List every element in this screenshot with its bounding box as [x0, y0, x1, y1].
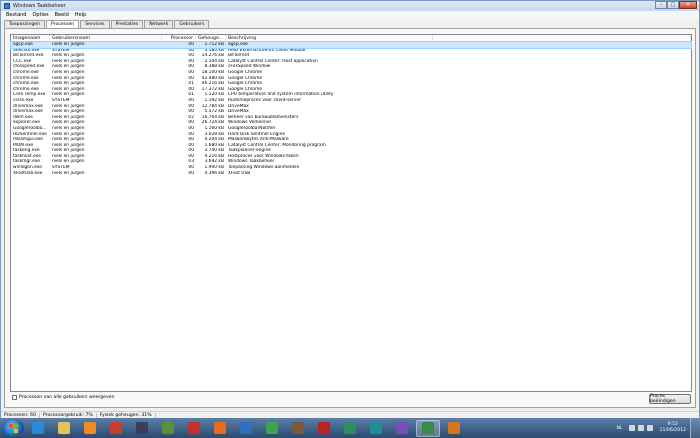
clock[interactable]: 9:52 11/06/2012: [660, 422, 686, 434]
column-user-name[interactable]: Gebruikersnaam: [50, 35, 162, 41]
taskbar-button[interactable]: [130, 420, 154, 437]
column-image-name[interactable]: Imagenaam: [11, 35, 50, 41]
language-indicator[interactable]: NL: [617, 426, 623, 431]
tab-users[interactable]: Gebruikers: [174, 20, 210, 28]
taskbar-button[interactable]: [260, 420, 284, 437]
menu-file[interactable]: Bestand: [3, 12, 29, 18]
tab-network[interactable]: Netwerk: [144, 20, 174, 28]
taskbar-button[interactable]: [286, 420, 310, 437]
app-icon-blue: [240, 422, 252, 434]
taskbar-button[interactable]: [338, 420, 362, 437]
ie-icon: [32, 422, 44, 434]
status-cpu: Processorgebruik: 7%: [40, 412, 97, 418]
processes-panel: Imagenaam Gebruikersnaam Processor Geheu…: [4, 28, 696, 408]
taskbar: NL 9:52 11/06/2012: [0, 418, 700, 438]
task-manager-icon: [4, 3, 10, 9]
status-bar: Processen: 60 Processorgebruik: 7% Fysie…: [1, 411, 699, 418]
chrome-icon: [266, 422, 278, 434]
tab-services[interactable]: Services: [80, 20, 110, 28]
table-row[interactable]: XFastUsb.exe niels en jurgen 00 4.396 kB XFa…: [11, 171, 691, 177]
cell-memory: 4.396 kB: [204, 170, 224, 176]
tab-applications[interactable]: Toepassingen: [4, 20, 46, 28]
taskbar-button[interactable]: [364, 420, 388, 437]
taskbar-button[interactable]: [390, 420, 414, 437]
task-manager-window: Windows Taakbeheer – □ ✕ Bestand Opties …: [0, 0, 700, 418]
start-button[interactable]: [2, 419, 24, 437]
show-all-users-label: Processen van alle gebruikers weergeven: [19, 395, 115, 400]
taskbar-apps: [24, 419, 466, 437]
app-icon-green: [344, 422, 356, 434]
maximize-button[interactable]: □: [667, 1, 679, 9]
explorer-icon: [58, 422, 70, 434]
app-icon-red: [110, 422, 122, 434]
status-memory: Fysiek geheugen: 31%: [97, 412, 156, 418]
system-tray: NL 9:52 11/06/2012: [617, 418, 686, 438]
app-icon-teal: [370, 422, 382, 434]
clock-date: 11/06/2012: [659, 428, 686, 433]
menu-help[interactable]: Help: [72, 12, 89, 18]
window-title: Windows Taakbeheer: [13, 3, 66, 9]
cell-user-name: niels en jurgen: [52, 170, 85, 176]
app-icon-m: [318, 422, 330, 434]
firefox-icon: [214, 422, 226, 434]
tray-arrow-icon[interactable]: [628, 425, 635, 431]
window-controls: – □ ✕: [655, 1, 697, 10]
column-description[interactable]: Beschrijving: [226, 35, 433, 41]
taskbar-button[interactable]: [416, 419, 440, 437]
show-all-users-option[interactable]: Processen van alle gebruikers weergeven: [12, 395, 114, 400]
list-header: Imagenaam Gebruikersnaam Processor Geheu…: [11, 35, 691, 42]
column-filler: [433, 35, 691, 41]
minimize-button[interactable]: –: [655, 1, 667, 9]
media-player-icon: [84, 422, 96, 434]
network-icon[interactable]: [637, 425, 644, 431]
taskbar-button[interactable]: [26, 420, 50, 437]
app-icon-brown: [292, 422, 304, 434]
show-desktop-button[interactable]: [690, 418, 700, 438]
app-icon-orange: [448, 422, 460, 434]
app-icon-dark: [136, 422, 148, 434]
app-icon-purple: [396, 422, 408, 434]
flag-icon: [188, 422, 200, 434]
menu-bar: Bestand Opties Beeld Help: [1, 11, 699, 19]
column-cpu[interactable]: Processor: [162, 35, 196, 41]
tab-strip: Toepassingen Processen Services Prestati…: [4, 20, 210, 29]
tab-performance[interactable]: Prestaties: [110, 20, 144, 28]
taskbar-button[interactable]: [312, 420, 336, 437]
title-bar[interactable]: Windows Taakbeheer – □ ✕: [1, 1, 699, 11]
close-button[interactable]: ✕: [679, 1, 697, 9]
taskbar-button[interactable]: [78, 420, 102, 437]
volume-icon[interactable]: [646, 425, 653, 431]
cell-image-name: XFastUsb.exe: [13, 170, 43, 176]
end-process-button[interactable]: Proces beëindigen: [649, 394, 691, 404]
cell-description: XFast USB: [228, 170, 251, 176]
taskbar-button[interactable]: [234, 420, 258, 437]
app-icon-grid: [162, 422, 174, 434]
taskbar-button[interactable]: [52, 420, 76, 437]
taskbar-button[interactable]: [208, 420, 232, 437]
taskbar-button[interactable]: [156, 420, 180, 437]
show-all-users-checkbox[interactable]: [12, 395, 17, 400]
process-list[interactable]: Imagenaam Gebruikersnaam Processor Geheu…: [10, 34, 692, 392]
menu-options[interactable]: Opties: [29, 12, 51, 18]
process-rows: agcp.exe niels en jurgen 00 1.712 kB agcp.ex…: [10, 41, 692, 177]
taskmgr-icon: [422, 422, 434, 434]
windows-logo-icon: [8, 423, 18, 433]
taskbar-button[interactable]: [442, 420, 466, 437]
cell-cpu: 00: [188, 170, 194, 176]
status-processes: Processen: 60: [1, 412, 41, 418]
taskbar-button[interactable]: [182, 420, 206, 437]
menu-view[interactable]: Beeld: [52, 12, 72, 18]
taskbar-button[interactable]: [104, 420, 128, 437]
column-memory[interactable]: Geheuge...: [196, 35, 226, 41]
